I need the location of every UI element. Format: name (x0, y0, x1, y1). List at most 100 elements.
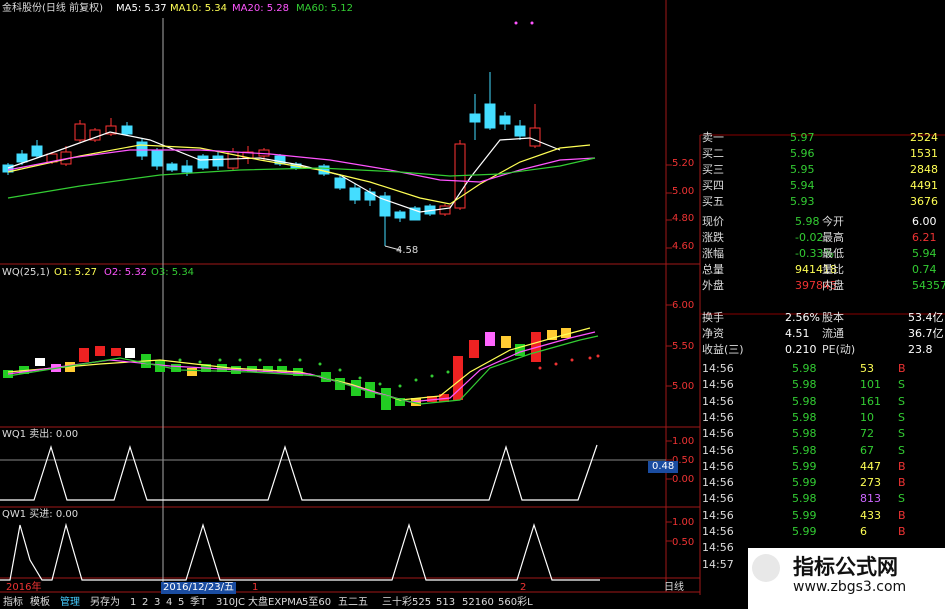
wq-dot (538, 366, 542, 370)
cell: 543573 (912, 279, 945, 292)
orderbook-stat: 现价 5.98 今开 6.00 (700, 214, 945, 229)
indicator-tab[interactable]: 310JC (213, 596, 245, 609)
candle-body (514, 125, 526, 137)
cell: 0.74 (912, 263, 937, 276)
wq-dot (398, 384, 402, 388)
tick-cell: 67 (860, 443, 874, 457)
orderbook-stat: 总量 941418 量比 0.74 (700, 262, 945, 277)
indicator-tab[interactable]: 3 (151, 596, 163, 609)
tick-cell: 161 (860, 394, 881, 408)
candle-body (364, 191, 376, 201)
wq-axis-label: 5.50 (672, 341, 695, 352)
wq-legend-o1: O1: 5.27 (54, 267, 98, 278)
orderbook-level: 买三 5.95 2848 (700, 162, 945, 177)
cell: 涨幅 (702, 247, 724, 260)
candle-body (31, 145, 43, 157)
indicator-tab[interactable]: 另存为 (87, 596, 127, 609)
watermark-url: www.zbgs3.com (793, 579, 907, 595)
indicator-tab[interactable]: 52160 (459, 596, 495, 609)
ma10-line (7, 144, 591, 205)
cell: 流通 (822, 327, 844, 340)
main-legend-ma10: MA10: 5.34 (170, 3, 228, 14)
main-legend-ma60: MA60: 5.12 (296, 3, 354, 14)
orderbook-level: 买二 5.96 1531 (700, 146, 945, 161)
tick-cell: B (898, 476, 906, 490)
wq-candle (381, 388, 391, 410)
wq1-current-value: 0.48 (648, 461, 679, 473)
wq-candle (485, 332, 495, 346)
tick-cell: 14:57 (702, 557, 734, 571)
cell: 涨跌 (702, 231, 724, 244)
indicator-tab[interactable]: 513 (433, 596, 459, 609)
tick-cell: 5.99 (792, 476, 817, 490)
tick-cell: 5.98 (792, 492, 817, 506)
cell: 收益(三) (702, 343, 744, 356)
tick-cell: 14:56 (702, 508, 734, 522)
indicator-tab[interactable]: 560彩L (495, 596, 533, 609)
tick-row: 14:56 5.98 101 S (700, 377, 945, 393)
wq1-legend: WQ1 卖出: 0.00 (2, 429, 79, 440)
tick-cell: 5.98 (792, 362, 817, 375)
candle-body (166, 163, 178, 171)
tick-cell: 14:56 (702, 394, 734, 408)
cell: 5.94 (790, 179, 815, 192)
cell: 外盘 (702, 279, 724, 292)
volume: 1531 (910, 147, 938, 160)
cell: 最低 (822, 247, 844, 260)
wq-dot (588, 356, 592, 360)
tick-cell: 14:56 (702, 459, 734, 473)
indicator-tab[interactable]: 模板 (27, 596, 57, 609)
indicator-tab[interactable]: 大盘EXPMA (245, 596, 303, 609)
tick-row: 14:56 5.98 67 S (700, 443, 945, 459)
orderbook-stat: 净资 4.51 流通 36.7亿 (700, 326, 945, 341)
cell: 4.51 (785, 327, 810, 340)
wq-axis-label: 6.00 (672, 300, 695, 311)
marker-dot (514, 21, 518, 25)
indicator-tab[interactable]: 三十彩525 (379, 596, 433, 609)
tick-cell: 5.99 (792, 459, 817, 473)
wq-dot (446, 370, 450, 374)
indicator-tab[interactable]: 4 (163, 596, 175, 609)
tick-cell: 14:56 (702, 443, 734, 457)
cell: 卖一 (702, 131, 724, 144)
wq-dot (198, 360, 202, 364)
watermark-title: 指标公式网 (793, 555, 898, 579)
indicator-tab[interactable]: 5 (175, 596, 187, 609)
indicator-tab[interactable]: 季T (187, 596, 213, 609)
indicator-tab[interactable]: 1 (127, 596, 139, 609)
cell: -0.02 (795, 231, 824, 244)
cell: PE(动) (822, 343, 856, 356)
indicator-tab[interactable]: 指标 (0, 596, 27, 609)
wq-dot (298, 358, 302, 362)
wq-dot (430, 374, 434, 378)
candle-body (16, 153, 28, 163)
wq-legend-o2: O2: 5.32 (104, 267, 148, 278)
wq-legend-name: WQ(25,1) (2, 267, 50, 278)
marker-dot (530, 21, 534, 25)
candle-body (394, 211, 406, 219)
main-axis-label: 5.00 (672, 186, 695, 197)
indicator-tab[interactable]: 五二五 (335, 596, 379, 609)
cell: 现价 (702, 215, 724, 228)
main-axis-label: 4.80 (672, 213, 695, 224)
wq-dot (178, 358, 182, 362)
wq-candle (501, 336, 511, 348)
tick-cell: 14:56 (702, 541, 734, 555)
candle-body (136, 141, 148, 157)
cell: 53.4亿 (908, 311, 944, 324)
wq1-axis-label: 1.00 (672, 436, 695, 447)
tick-cell: 5.98 (792, 410, 817, 424)
indicator-tab[interactable]: 5至60 (299, 596, 335, 609)
tick-cell: 5.98 (792, 378, 817, 392)
indicator-tab[interactable]: 管理 (57, 596, 87, 609)
tick-cell: 14:56 (702, 492, 734, 506)
tick-cell: B (898, 525, 906, 538)
wq-legend-o3: O3: 5.34 (151, 267, 195, 278)
period-label[interactable]: 日线 (664, 582, 684, 594)
candle-body (484, 103, 496, 129)
wq-dot (414, 378, 418, 382)
tick-cell: S (898, 492, 905, 506)
indicator-tab[interactable]: 2 (139, 596, 151, 609)
tick-cell: 72 (860, 427, 874, 441)
wq-dot (218, 358, 222, 362)
